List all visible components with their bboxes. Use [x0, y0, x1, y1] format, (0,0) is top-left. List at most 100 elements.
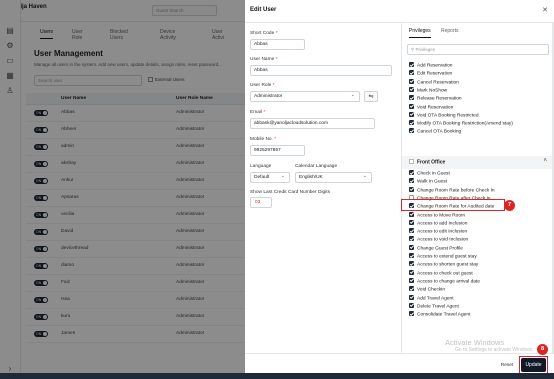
- user-name-label: User Name *: [250, 57, 278, 62]
- reset-button[interactable]: Reset: [498, 360, 516, 372]
- privilege-label: Add Reservation: [417, 63, 453, 69]
- privilege-item[interactable]: Add Reservation: [409, 62, 452, 70]
- section-title: Front Office: [409, 159, 445, 166]
- privileges-search-placeholder: Privileges: [415, 47, 436, 52]
- calendar-language-label: Calendar Language: [295, 164, 338, 169]
- highlight-box: [401, 199, 505, 211]
- checkbox-icon[interactable]: [409, 261, 414, 267]
- checkbox-icon[interactable]: [409, 211, 414, 217]
- privilege-item[interactable]: Walk In Guest: [409, 178, 447, 186]
- checkbox-icon[interactable]: [409, 128, 414, 134]
- privilege-item[interactable]: Access to change arrival date: [409, 277, 480, 286]
- privileges-panel: Privileges Reports ⚲ Privileges Add Rese…: [401, 23, 554, 353]
- checkbox-icon[interactable]: [409, 62, 414, 67]
- privilege-item[interactable]: Cancel OTA Booking: [409, 128, 461, 136]
- privilege-item[interactable]: Add Travel Agent: [409, 294, 454, 303]
- checkbox-icon[interactable]: [409, 186, 414, 192]
- privilege-label: Void OTA Booking Restricted: [417, 113, 479, 119]
- privilege-item[interactable]: Change Room Rate before Check In: [409, 186, 495, 195]
- privilege-label: Access to change arrival date: [417, 279, 480, 285]
- update-button[interactable]: Update: [521, 358, 546, 372]
- checkbox-icon[interactable]: [409, 236, 414, 242]
- taskbar: [0, 373, 554, 379]
- checkbox-icon[interactable]: [409, 120, 414, 126]
- privilege-item[interactable]: Access to Move Room: [409, 211, 465, 220]
- privilege-label: Access to void Inclusion: [417, 237, 469, 243]
- chevron-up-icon[interactable]: ˄: [543, 158, 547, 164]
- privilege-item[interactable]: Consolidate Travel Agent: [409, 311, 470, 319]
- language-select[interactable]: Default: [250, 172, 290, 183]
- checkbox-icon[interactable]: [409, 103, 414, 109]
- privilege-item[interactable]: Access to shorten guest stay: [409, 261, 478, 269]
- checkbox-icon[interactable]: [409, 253, 414, 258]
- privilege-label: Check in Guest: [417, 171, 450, 177]
- privilege-label: Cancel OTA Booking: [417, 129, 462, 135]
- privileges-search-input[interactable]: ⚲ Privileges: [407, 44, 549, 55]
- privilege-item[interactable]: Void Reservation: [409, 103, 454, 112]
- privilege-label: Void Checkin: [417, 287, 445, 293]
- windows-watermark: Activate Windows: [445, 338, 505, 347]
- step-8-marker: 8: [537, 344, 548, 355]
- front-office-section-header[interactable]: Front Office ˄: [402, 156, 554, 169]
- step-7-marker: 7: [504, 200, 515, 211]
- privilege-item[interactable]: Release Reservation: [409, 95, 462, 103]
- checkbox-icon[interactable]: [409, 294, 414, 300]
- close-icon[interactable]: ✕: [542, 6, 548, 14]
- privilege-item[interactable]: Void OTA Booking Restricted: [409, 111, 479, 120]
- last-cc-field[interactable]: 03: [250, 197, 272, 208]
- privilege-item[interactable]: Mark NoShow: [409, 86, 448, 95]
- calendar-language-select[interactable]: English/UK: [295, 172, 372, 183]
- privilege-label: Access to edit Inclusion: [417, 229, 468, 235]
- tab-privileges[interactable]: Privileges: [409, 28, 431, 38]
- user-name-field[interactable]: Abbas: [250, 65, 392, 76]
- privilege-label: Access to add Inclusion: [417, 221, 468, 227]
- checkbox-icon[interactable]: [409, 228, 414, 234]
- privilege-label: Access to extend guest stay: [417, 254, 477, 260]
- checkbox-icon[interactable]: [409, 170, 414, 175]
- checkbox-icon[interactable]: [409, 70, 414, 76]
- role-settings-icon[interactable]: ⇋: [364, 91, 378, 102]
- privilege-label: Modify OTA Booking Restriction(Amend sta…: [417, 121, 513, 127]
- privilege-item[interactable]: Access to edit Inclusion: [409, 228, 467, 236]
- privilege-item[interactable]: Check in Guest: [409, 170, 450, 178]
- checkbox-icon[interactable]: [409, 78, 414, 84]
- modal-title: Edit User: [250, 7, 277, 13]
- privilege-label: Mark NoShow: [417, 88, 448, 94]
- privilege-label: Delete Travel Agent: [417, 304, 459, 310]
- privilege-label: Change Room Rate before Check In: [417, 188, 495, 194]
- tab-reports[interactable]: Reports: [441, 28, 459, 34]
- email-field[interactable]: abbask@yanoljacloudsolution.com: [250, 118, 375, 129]
- privilege-label: Release Reservation: [417, 96, 462, 102]
- checkbox-icon[interactable]: [409, 269, 414, 275]
- privilege-item[interactable]: Change Guest Profile: [409, 244, 463, 253]
- checkbox-icon: [409, 159, 414, 164]
- privilege-item[interactable]: Access to extend guest stay: [409, 253, 477, 261]
- privilege-item[interactable]: Access to void Inclusion: [409, 236, 468, 244]
- privilege-item[interactable]: Delete Travel Agent: [409, 302, 459, 311]
- privilege-item[interactable]: Access to add Inclusion: [409, 219, 468, 228]
- privilege-item[interactable]: Cancel Reservation: [409, 78, 459, 87]
- privilege-label: Void Reservation: [417, 105, 454, 110]
- checkbox-icon[interactable]: [409, 219, 414, 225]
- checkbox-icon[interactable]: [409, 95, 414, 101]
- short-code-field[interactable]: Abbas: [250, 39, 305, 50]
- checkbox-icon[interactable]: [409, 178, 414, 184]
- user-role-select[interactable]: Administrator: [250, 91, 360, 102]
- privilege-item[interactable]: Edit Reservation: [409, 70, 452, 78]
- checkbox-icon[interactable]: [409, 302, 414, 308]
- privilege-item[interactable]: Void Checkin: [409, 286, 445, 294]
- modal-footer-divider: [245, 353, 554, 354]
- privilege-label: Access to check out guest: [417, 271, 473, 277]
- checkbox-icon[interactable]: [409, 111, 414, 117]
- checkbox-icon[interactable]: [409, 311, 414, 317]
- privilege-item[interactable]: Modify OTA Booking Restriction(Amend sta…: [409, 120, 513, 128]
- mobile-field[interactable]: 9925297867: [250, 145, 305, 156]
- privilege-label: Access to shorten guest stay: [417, 262, 479, 268]
- checkbox-icon[interactable]: [409, 286, 414, 292]
- privilege-item[interactable]: Access to check out guest: [409, 269, 473, 278]
- checkbox-icon[interactable]: [409, 244, 414, 250]
- checkbox-icon[interactable]: [409, 86, 414, 92]
- email-label: Email *: [250, 110, 266, 115]
- checkbox-icon[interactable]: [409, 277, 414, 283]
- user-role-label: User Role *: [250, 83, 275, 88]
